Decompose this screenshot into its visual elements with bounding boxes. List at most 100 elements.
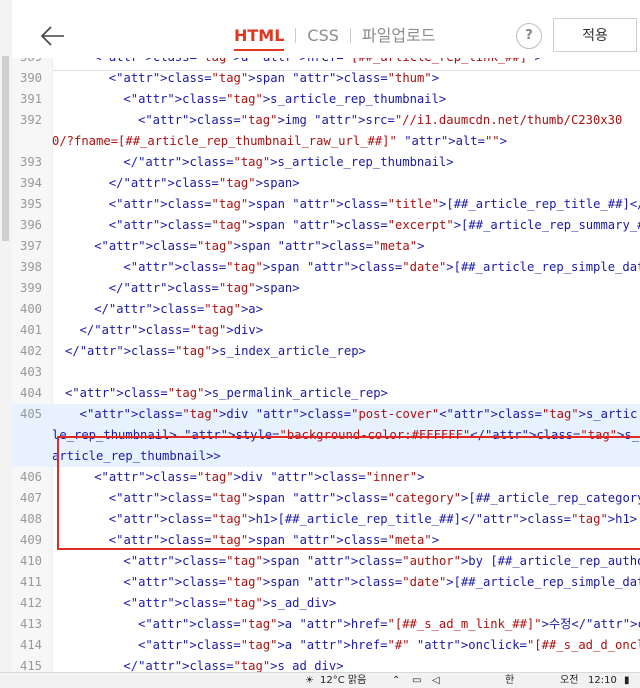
- chevron-up-icon[interactable]: ⌃: [392, 673, 400, 688]
- line-number: 408: [19, 512, 42, 526]
- code-text[interactable]: </"attr">class="tag">span>: [12, 278, 640, 299]
- line-number: 392: [19, 113, 42, 127]
- line-number: 412: [19, 596, 42, 610]
- code-text[interactable]: <"attr">class="tag">a "attr">href="#" "a…: [12, 635, 640, 656]
- line-number: 398: [19, 260, 42, 274]
- code-line[interactable]: 389<"attr">class="tag">a "attr">href="[#…: [12, 58, 640, 68]
- weather-text[interactable]: 12°C 맑음: [320, 673, 366, 688]
- line-number: 390: [19, 71, 42, 85]
- code-text[interactable]: [12, 362, 640, 383]
- line-number: 400: [19, 302, 42, 316]
- code-line[interactable]: 410 <"attr">class="tag">span "attr">class…: [12, 551, 640, 572]
- code-text[interactable]: <"attr">class="tag">div "attr">class="in…: [12, 467, 640, 488]
- network-icon[interactable]: ▭: [412, 673, 421, 688]
- code-line[interactable]: 415 </"attr">class="tag">s_ad_div>: [12, 656, 640, 672]
- code-text[interactable]: <"attr">class="tag">h1>[##_article_rep_t…: [12, 509, 640, 530]
- line-number: 402: [19, 344, 42, 358]
- code-line[interactable]: 392 <"attr">class="tag">img "attr">src="/…: [12, 110, 640, 152]
- code-text[interactable]: <"attr">class="tag">s_permalink_article_…: [12, 383, 640, 404]
- code-text[interactable]: <"attr">class="tag">s_ad_div>: [12, 593, 640, 614]
- back-arrow-icon[interactable]: [38, 21, 68, 51]
- code-line[interactable]: 407 <"attr">class="tag">span "attr">class…: [12, 488, 640, 509]
- code-text[interactable]: <"attr">class="tag">span "attr">class="t…: [12, 68, 640, 89]
- code-line[interactable]: 412 <"attr">class="tag">s_ad_div>: [12, 593, 640, 614]
- line-number: 393: [19, 155, 42, 169]
- line-number: 410: [19, 554, 42, 568]
- code-area[interactable]: 389<"attr">class="tag">a "attr">href="[#…: [12, 58, 640, 672]
- code-line[interactable]: 413 <"attr">class="tag">a "attr">href="[#…: [12, 614, 640, 635]
- code-text[interactable]: <"attr">class="tag">a "attr">href="[##_a…: [12, 58, 640, 68]
- code-text[interactable]: </"attr">class="tag">a>: [12, 299, 640, 320]
- code-line[interactable]: 408 <"attr">class="tag">h1>[##_article_re…: [12, 509, 640, 530]
- code-line[interactable]: 414 <"attr">class="tag">a "attr">href="#"…: [12, 635, 640, 656]
- code-line[interactable]: 398 <"attr">class="tag">span "attr">class…: [12, 257, 640, 278]
- code-line[interactable]: 395 <"attr">class="tag">span "attr">class…: [12, 194, 640, 215]
- code-line[interactable]: 406 <"attr">class="tag">div "attr">class=…: [12, 467, 640, 488]
- code-text[interactable]: </"attr">class="tag">div>: [12, 320, 640, 341]
- tab-divider: [295, 28, 297, 43]
- line-number: 413: [19, 617, 42, 631]
- code-text[interactable]: <"attr">class="tag">span "attr">class="m…: [12, 236, 640, 257]
- code-text[interactable]: </"attr">class="tag">s_ad_div>: [12, 656, 640, 672]
- code-line[interactable]: 396 <"attr">class="tag">span "attr">class…: [12, 215, 640, 236]
- code-line[interactable]: 397 <"attr">class="tag">span "attr">class…: [12, 236, 640, 257]
- code-text[interactable]: </"attr">class="tag">span>: [12, 173, 640, 194]
- scrollbar-thumb[interactable]: [2, 56, 9, 241]
- tab-css[interactable]: CSS: [307, 26, 338, 46]
- line-number: 397: [19, 239, 42, 253]
- ime-indicator[interactable]: 한: [505, 673, 514, 688]
- code-text[interactable]: <"attr">class="tag">div "attr">class="po…: [12, 404, 640, 467]
- code-text[interactable]: <"attr">class="tag">span "attr">class="m…: [12, 530, 640, 551]
- code-line[interactable]: 400 </"attr">class="tag">a>: [12, 299, 640, 320]
- code-text[interactable]: <"attr">class="tag">span "attr">class="d…: [12, 572, 640, 593]
- line-number: 414: [19, 638, 42, 652]
- weather-icon: ☀: [305, 675, 314, 686]
- line-number: 415: [19, 659, 42, 672]
- code-line[interactable]: 390 <"attr">class="tag">span "attr">class…: [12, 68, 640, 89]
- code-line[interactable]: 401 </"attr">class="tag">div>: [12, 320, 640, 341]
- help-icon[interactable]: ?: [516, 23, 542, 49]
- line-number: 389: [12, 58, 42, 68]
- code-text[interactable]: <"attr">class="tag">img "attr">src="//i1…: [12, 110, 640, 152]
- clock-time[interactable]: 12:10: [588, 673, 617, 688]
- editor-tabs: HTML CSS 파일업로드: [234, 26, 436, 51]
- code-line[interactable]: 393 </"attr">class="tag">s_article_rep_th…: [12, 152, 640, 173]
- tab-file-upload[interactable]: 파일업로드: [362, 26, 436, 46]
- windows-taskbar: ☀ 12°C 맑음 ⌃ ▭ ◁ 한 오전 12:10 ▮: [0, 672, 640, 688]
- apply-button[interactable]: 적용: [553, 18, 637, 52]
- code-line[interactable]: 411 <"attr">class="tag">span "attr">class…: [12, 572, 640, 593]
- notification-icon[interactable]: ▮: [624, 673, 630, 688]
- code-text[interactable]: <"attr">class="tag">span "attr">class="t…: [12, 194, 640, 215]
- code-text[interactable]: <"attr">class="tag">s_article_rep_thumbn…: [12, 89, 640, 110]
- code-line[interactable]: 399 </"attr">class="tag">span>: [12, 278, 640, 299]
- code-text[interactable]: <"attr">class="tag">span "attr">class="c…: [12, 488, 640, 509]
- code-text[interactable]: <"attr">class="tag">span "attr">class="a…: [12, 551, 640, 572]
- line-number: 406: [19, 470, 42, 484]
- tab-divider: [349, 28, 351, 43]
- code-text[interactable]: </"attr">class="tag">s_index_article_rep…: [12, 341, 640, 362]
- line-number: 404: [19, 386, 42, 400]
- tab-html[interactable]: HTML: [234, 26, 285, 51]
- clock-ampm: 오전: [560, 675, 579, 686]
- code-text[interactable]: <"attr">class="tag">span "attr">class="d…: [12, 257, 640, 278]
- line-number: 391: [19, 92, 42, 106]
- code-text[interactable]: <"attr">class="tag">a "attr">href="[##_s…: [12, 614, 640, 635]
- code-text[interactable]: </"attr">class="tag">s_article_rep_thumb…: [12, 152, 640, 173]
- code-text[interactable]: <"attr">class="tag">span "attr">class="e…: [12, 215, 640, 236]
- code-line[interactable]: 391 <"attr">class="tag">s_article_rep_thu…: [12, 89, 640, 110]
- line-number: 407: [19, 491, 42, 505]
- code-line[interactable]: 409 <"attr">class="tag">span "attr">class…: [12, 530, 640, 551]
- line-number: 409: [19, 533, 42, 547]
- line-number: 396: [19, 218, 42, 232]
- code-line[interactable]: 404 <"attr">class="tag">s_permalink_artic…: [12, 383, 640, 404]
- line-number: 394: [19, 176, 42, 190]
- code-line[interactable]: 405 <"attr">class="tag">div "attr">class=…: [12, 404, 640, 467]
- code-line[interactable]: 394 </"attr">class="tag">span>: [12, 173, 640, 194]
- code-line[interactable]: 402 </"attr">class="tag">s_index_article_…: [12, 341, 640, 362]
- code-line[interactable]: 403: [12, 362, 640, 383]
- line-number: 395: [19, 197, 42, 211]
- line-number: 405: [19, 407, 42, 421]
- line-number: 403: [19, 365, 42, 379]
- volume-icon[interactable]: ◁: [432, 673, 440, 688]
- code-editor[interactable]: 389<"attr">class="tag">a "attr">href="[#…: [12, 58, 640, 672]
